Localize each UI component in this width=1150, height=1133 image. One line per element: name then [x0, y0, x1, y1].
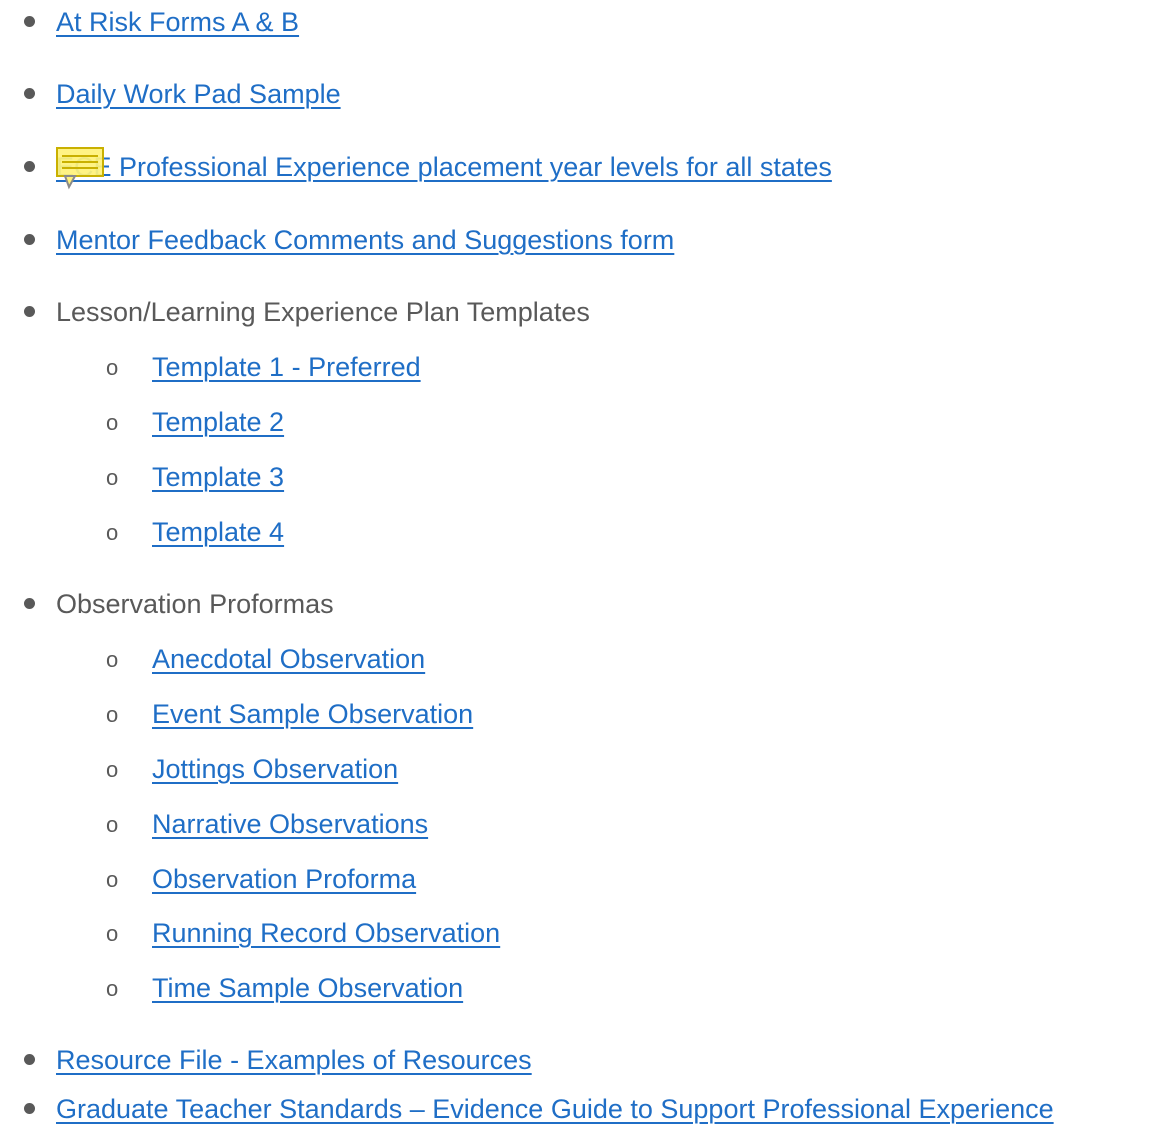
link-graduate-teacher-standards[interactable]: Graduate Teacher Standards – Evidence Gu… — [56, 1091, 1054, 1127]
bullet-circle: o — [106, 976, 119, 1001]
bullet-dot — [24, 88, 35, 99]
bullet-circle: o — [106, 921, 119, 946]
link-running-record-observation[interactable]: Running Record Observation — [152, 915, 500, 951]
bullet-dot — [24, 306, 35, 317]
link-narrative-observations[interactable]: Narrative Observations — [152, 806, 428, 842]
heading-lesson-plan-templates: Lesson/Learning Experience Plan Template… — [56, 297, 590, 327]
link-time-sample-observation[interactable]: Time Sample Observation — [152, 970, 463, 1006]
link-mentor-feedback[interactable]: Mentor Feedback Comments and Suggestions… — [56, 222, 674, 258]
bullet-circle: o — [106, 410, 119, 435]
resource-list-page: At Risk Forms A & B Daily Work Pad Sampl… — [0, 0, 1150, 1133]
bullet-circle: o — [106, 465, 119, 490]
link-event-sample-observation[interactable]: Event Sample Observation — [152, 696, 473, 732]
bullet-dot — [24, 161, 35, 172]
link-at-risk-forms[interactable]: At Risk Forms A & B — [56, 4, 299, 40]
link-template-2[interactable]: Template 2 — [152, 404, 284, 440]
link-template-4[interactable]: Template 4 — [152, 514, 284, 550]
link-ece-placement[interactable]: ECE Professional Experience placement ye… — [56, 149, 832, 185]
link-anecdotal-observation[interactable]: Anecdotal Observation — [152, 641, 425, 677]
bullet-dot — [24, 16, 35, 27]
bullet-circle: o — [106, 520, 119, 545]
bullet-circle: o — [106, 812, 119, 837]
link-observation-proforma[interactable]: Observation Proforma — [152, 861, 416, 897]
link-jottings-observation[interactable]: Jottings Observation — [152, 751, 398, 787]
bullet-circle: o — [106, 647, 119, 672]
bullet-dot — [24, 1103, 35, 1114]
bullet-circle: o — [106, 355, 119, 380]
bullet-circle: o — [106, 867, 119, 892]
bullet-dot — [24, 1054, 35, 1065]
link-resource-file[interactable]: Resource File - Examples of Resources — [56, 1042, 532, 1078]
bullet-circle: o — [106, 702, 119, 727]
bullet-dot — [24, 234, 35, 245]
heading-observation-proformas: Observation Proformas — [56, 589, 334, 619]
comment-note-icon[interactable] — [55, 145, 107, 193]
bullet-circle: o — [106, 757, 119, 782]
bullet-dot — [24, 598, 35, 609]
link-daily-work-pad[interactable]: Daily Work Pad Sample — [56, 76, 341, 112]
link-template-1[interactable]: Template 1 - Preferred — [152, 349, 421, 385]
link-template-3[interactable]: Template 3 — [152, 459, 284, 495]
